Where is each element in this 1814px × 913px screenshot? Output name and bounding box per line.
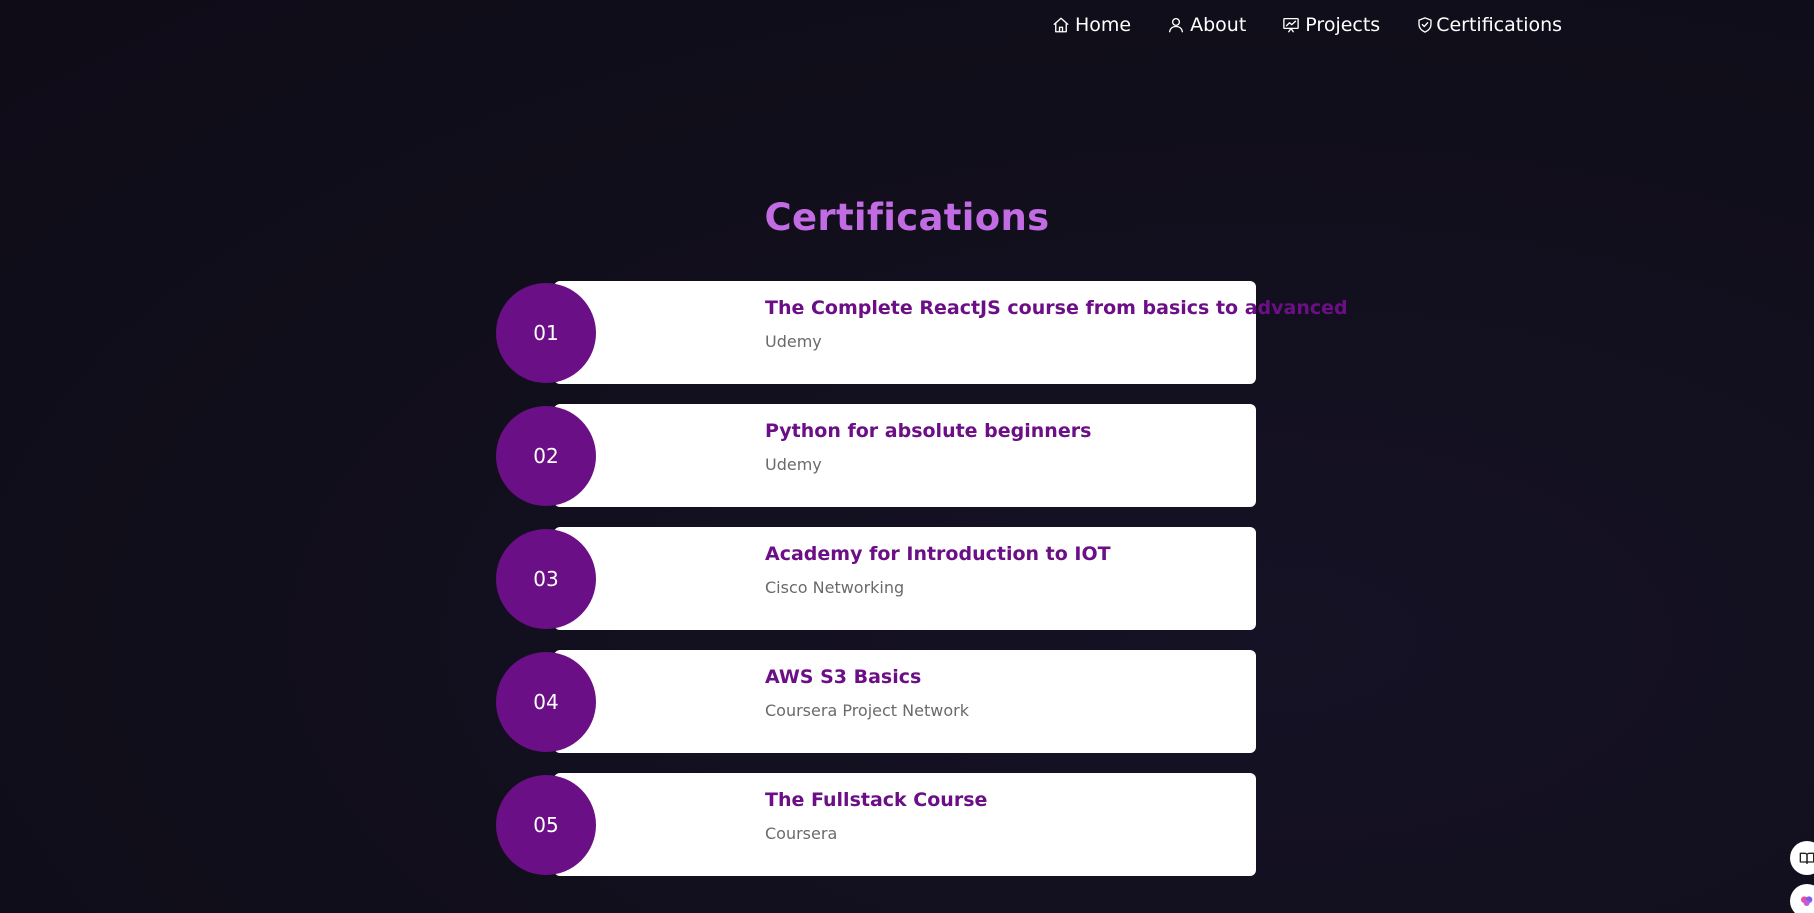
nav-item-home[interactable]: Home [1052,14,1131,36]
certification-number-badge: 04 [496,652,596,752]
certification-item: 05 The Fullstack Course Coursera [496,773,1256,876]
section-title: Certifications [764,196,1050,239]
certification-issuer: Udemy [765,455,822,474]
certification-title: Academy for Introduction to IOT [765,543,1111,565]
shield-check-icon [1418,17,1432,33]
certification-issuer: Cisco Networking [765,578,905,597]
certification-item: 02 Python for absolute beginners Udemy [496,404,1256,507]
nav-label-certifications: Certifications [1436,14,1563,36]
nav-list: Home About Projects Certifications [1052,14,1562,36]
certification-card: AWS S3 Basics Coursera Project Network [554,650,1256,753]
certification-title: Python for absolute beginners [765,420,1092,442]
nav-label-projects: Projects [1305,14,1381,36]
brain-icon [1801,896,1813,906]
certification-number-badge: 01 [496,283,596,383]
book-open-icon [1799,852,1814,864]
brain-button[interactable] [1790,884,1814,913]
certification-item: 04 AWS S3 Basics Coursera Project Networ… [496,650,1256,753]
user-icon [1169,17,1184,33]
certification-list: 01 The Complete ReactJS course from basi… [496,281,1348,896]
certification-item: 03 Academy for Introduction to IOT Cisco… [496,527,1256,630]
certification-issuer: Udemy [765,332,822,351]
certification-number-badge: 03 [496,529,596,629]
nav-item-about[interactable]: About [1167,14,1246,36]
certification-issuer: Coursera [765,824,838,843]
nav-label-home: Home [1075,14,1132,36]
nav-item-certifications[interactable]: Certifications [1416,14,1562,36]
certification-title: The Fullstack Course [765,789,988,811]
book-button[interactable] [1790,841,1814,875]
certification-issuer: Coursera Project Network [765,701,969,720]
nav-item-projects[interactable]: Projects [1282,14,1380,36]
home-icon [1053,17,1069,33]
certification-number-badge: 02 [496,406,596,506]
certification-card: The Fullstack Course Coursera [554,773,1256,876]
certification-title: The Complete ReactJS course from basics … [765,297,1348,319]
nav-label-about: About [1190,14,1247,36]
presentation-icon [1283,17,1300,33]
certification-item: 01 The Complete ReactJS course from basi… [496,281,1348,384]
certification-card: Academy for Introduction to IOT Cisco Ne… [554,527,1256,630]
certification-card: Python for absolute beginners Udemy [554,404,1256,507]
certification-card: The Complete ReactJS course from basics … [554,281,1348,384]
certification-title: AWS S3 Basics [765,666,922,688]
top-navbar: Home About Projects Certifications [0,0,1814,56]
certification-number-badge: 05 [496,775,596,875]
